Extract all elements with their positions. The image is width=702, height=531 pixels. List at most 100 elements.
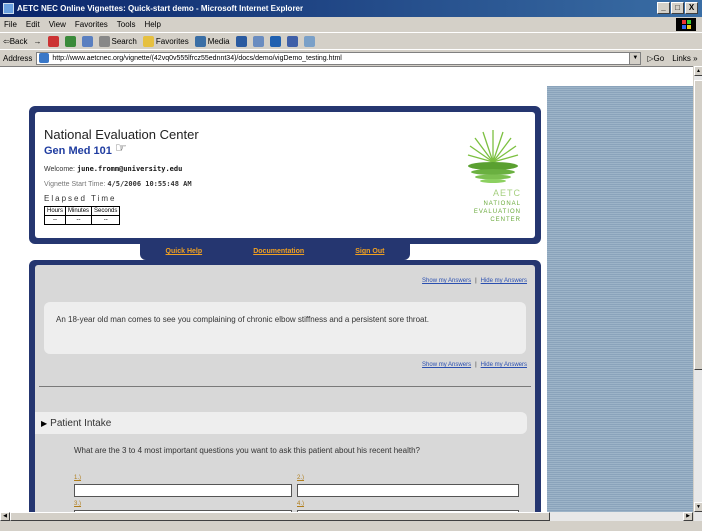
answer-label-2: 2.) xyxy=(297,475,305,481)
address-field[interactable]: http://www.aetcnec.org/vignette/(42vq0v5… xyxy=(36,51,642,65)
discuss-icon[interactable] xyxy=(303,35,315,47)
answer-input-1[interactable] xyxy=(74,484,292,497)
address-dropdown-icon[interactable]: ▼ xyxy=(629,52,641,64)
elapsed-time-label: Elapsed Time xyxy=(44,194,117,203)
menu-help[interactable]: Help xyxy=(144,20,160,29)
answers-toggle-bottom: Show my Answers | Hide my Answers xyxy=(422,362,527,368)
answer-label-4: 4.) xyxy=(297,501,305,507)
nav-tab: Quick Help Documentation Sign Out xyxy=(140,243,410,260)
expand-arrow-icon: ▶ xyxy=(41,418,48,428)
welcome-line: Welcome: june.fromm@university.edu xyxy=(44,165,182,173)
go-button[interactable]: ▷Go xyxy=(647,54,664,63)
close-button[interactable]: X xyxy=(685,2,698,14)
vertical-scroll-thumb[interactable] xyxy=(694,80,702,370)
ie-app-icon xyxy=(3,3,14,14)
show-answers-link[interactable]: Show my Answers xyxy=(422,362,471,368)
home-icon[interactable] xyxy=(81,35,93,47)
vertical-scrollbar[interactable]: ▲ ▼ xyxy=(693,66,702,521)
favorites-label: Favorites xyxy=(155,36,189,46)
menu-bar: File Edit View Favorites Tools Help xyxy=(0,17,702,32)
timer-value-minutes: -- xyxy=(65,215,93,225)
aetc-logo: AETC NATIONAL EVALUATION CENTER xyxy=(465,122,521,230)
address-url: http://www.aetcnec.org/vignette/(42vq0v5… xyxy=(52,54,342,62)
stop-icon[interactable] xyxy=(47,35,59,47)
start-time-value: 4/5/2006 10:55:48 AM xyxy=(107,180,192,188)
section-divider xyxy=(39,386,531,387)
media-icon xyxy=(194,35,206,47)
menu-view[interactable]: View xyxy=(49,20,66,29)
documentation-link[interactable]: Documentation xyxy=(253,248,304,255)
media-label: Media xyxy=(207,36,230,46)
scroll-down-icon[interactable]: ▼ xyxy=(694,502,702,512)
timer-value-seconds: -- xyxy=(91,215,121,225)
scroll-left-icon[interactable]: ◀ xyxy=(0,512,10,521)
refresh-icon[interactable] xyxy=(64,35,76,47)
forward-button[interactable]: → xyxy=(34,37,42,46)
timer-header-hours: Hours xyxy=(43,206,67,216)
history-icon[interactable] xyxy=(235,35,247,47)
timer-header-minutes: Minutes xyxy=(65,206,93,216)
status-bar xyxy=(0,521,702,531)
hide-answers-link[interactable]: Hide my Answers xyxy=(481,362,527,368)
address-label: Address xyxy=(3,53,33,63)
favorites-button[interactable]: Favorites xyxy=(142,35,189,47)
striped-background xyxy=(547,86,693,521)
edit-icon[interactable] xyxy=(286,35,298,47)
window-controls: _ □ X xyxy=(657,2,698,14)
maximize-button[interactable]: □ xyxy=(671,2,684,14)
horizontal-scroll-thumb[interactable] xyxy=(10,512,550,521)
answer-label-3: 3.) xyxy=(74,501,82,507)
page-icon xyxy=(39,53,50,63)
window-title: AETC NEC Online Vignettes: Quick-start d… xyxy=(17,4,304,13)
logo-center: CENTER xyxy=(490,217,521,223)
toolbar: ⇦Back → Search Favorites Media xyxy=(0,32,702,49)
start-time-line: Vignette Start Time: 4/5/2006 10:55:48 A… xyxy=(44,180,192,188)
media-button[interactable]: Media xyxy=(194,35,230,47)
minimize-button[interactable]: _ xyxy=(657,2,670,14)
links-button[interactable]: Links » xyxy=(672,54,697,63)
elapsed-timer-table: Hours Minutes Seconds -- -- -- xyxy=(43,206,121,225)
case-description: An 18-year old man comes to see you comp… xyxy=(44,302,526,354)
patient-intake-header[interactable]: ▶ Patient Intake xyxy=(35,412,527,434)
windows-logo-icon xyxy=(676,18,696,31)
answers-separator: | xyxy=(475,278,477,284)
hand-cursor-icon: ☞ xyxy=(115,140,127,155)
timer-header-seconds: Seconds xyxy=(91,206,121,216)
hide-answers-link[interactable]: Hide my Answers xyxy=(481,278,527,284)
menu-file[interactable]: File xyxy=(4,20,17,29)
course-name: Gen Med 101 xyxy=(44,145,112,157)
header-panel: National Evaluation Center Gen Med 101 ☞… xyxy=(29,106,541,244)
case-text: An 18-year old man comes to see you comp… xyxy=(56,315,429,324)
answers-toggle-top: Show my Answers | Hide my Answers xyxy=(422,278,527,284)
scroll-right-icon[interactable]: ▶ xyxy=(683,512,693,521)
horizontal-scrollbar[interactable]: ◀ ▶ xyxy=(0,512,693,521)
logo-evaluation: EVALUATION xyxy=(473,209,521,215)
address-bar: Address http://www.aetcnec.org/vignette/… xyxy=(0,49,702,66)
menu-favorites[interactable]: Favorites xyxy=(75,20,108,29)
main-panel: Show my Answers | Hide my Answers An 18-ye… xyxy=(29,260,541,521)
answer-label-1: 1.) xyxy=(74,475,82,481)
search-button[interactable]: Search xyxy=(98,35,137,47)
mail-icon[interactable] xyxy=(252,35,264,47)
scroll-up-icon[interactable]: ▲ xyxy=(694,66,702,76)
answer-input-2[interactable] xyxy=(297,484,519,497)
timer-value-hours: -- xyxy=(43,215,67,225)
answers-separator: | xyxy=(475,362,477,368)
sign-out-link[interactable]: Sign Out xyxy=(355,248,384,255)
menu-edit[interactable]: Edit xyxy=(26,20,40,29)
welcome-label: Welcome: xyxy=(44,166,75,173)
quick-help-link[interactable]: Quick Help xyxy=(166,248,203,255)
search-label: Search xyxy=(111,36,137,46)
back-button[interactable]: ⇦Back xyxy=(3,37,28,46)
patient-intake-title: Patient Intake xyxy=(50,417,112,429)
menu-tools[interactable]: Tools xyxy=(117,20,136,29)
sunburst-logo-icon xyxy=(467,130,519,183)
logo-aetc: AETC xyxy=(492,188,521,198)
window-title-bar: AETC NEC Online Vignettes: Quick-start d… xyxy=(0,0,702,17)
show-answers-link[interactable]: Show my Answers xyxy=(422,278,471,284)
page-content: National Evaluation Center Gen Med 101 ☞… xyxy=(0,66,693,521)
content-top-border xyxy=(0,66,693,67)
header-inner: National Evaluation Center Gen Med 101 ☞… xyxy=(35,112,535,238)
favorites-icon xyxy=(142,35,154,47)
print-icon[interactable] xyxy=(269,35,281,47)
